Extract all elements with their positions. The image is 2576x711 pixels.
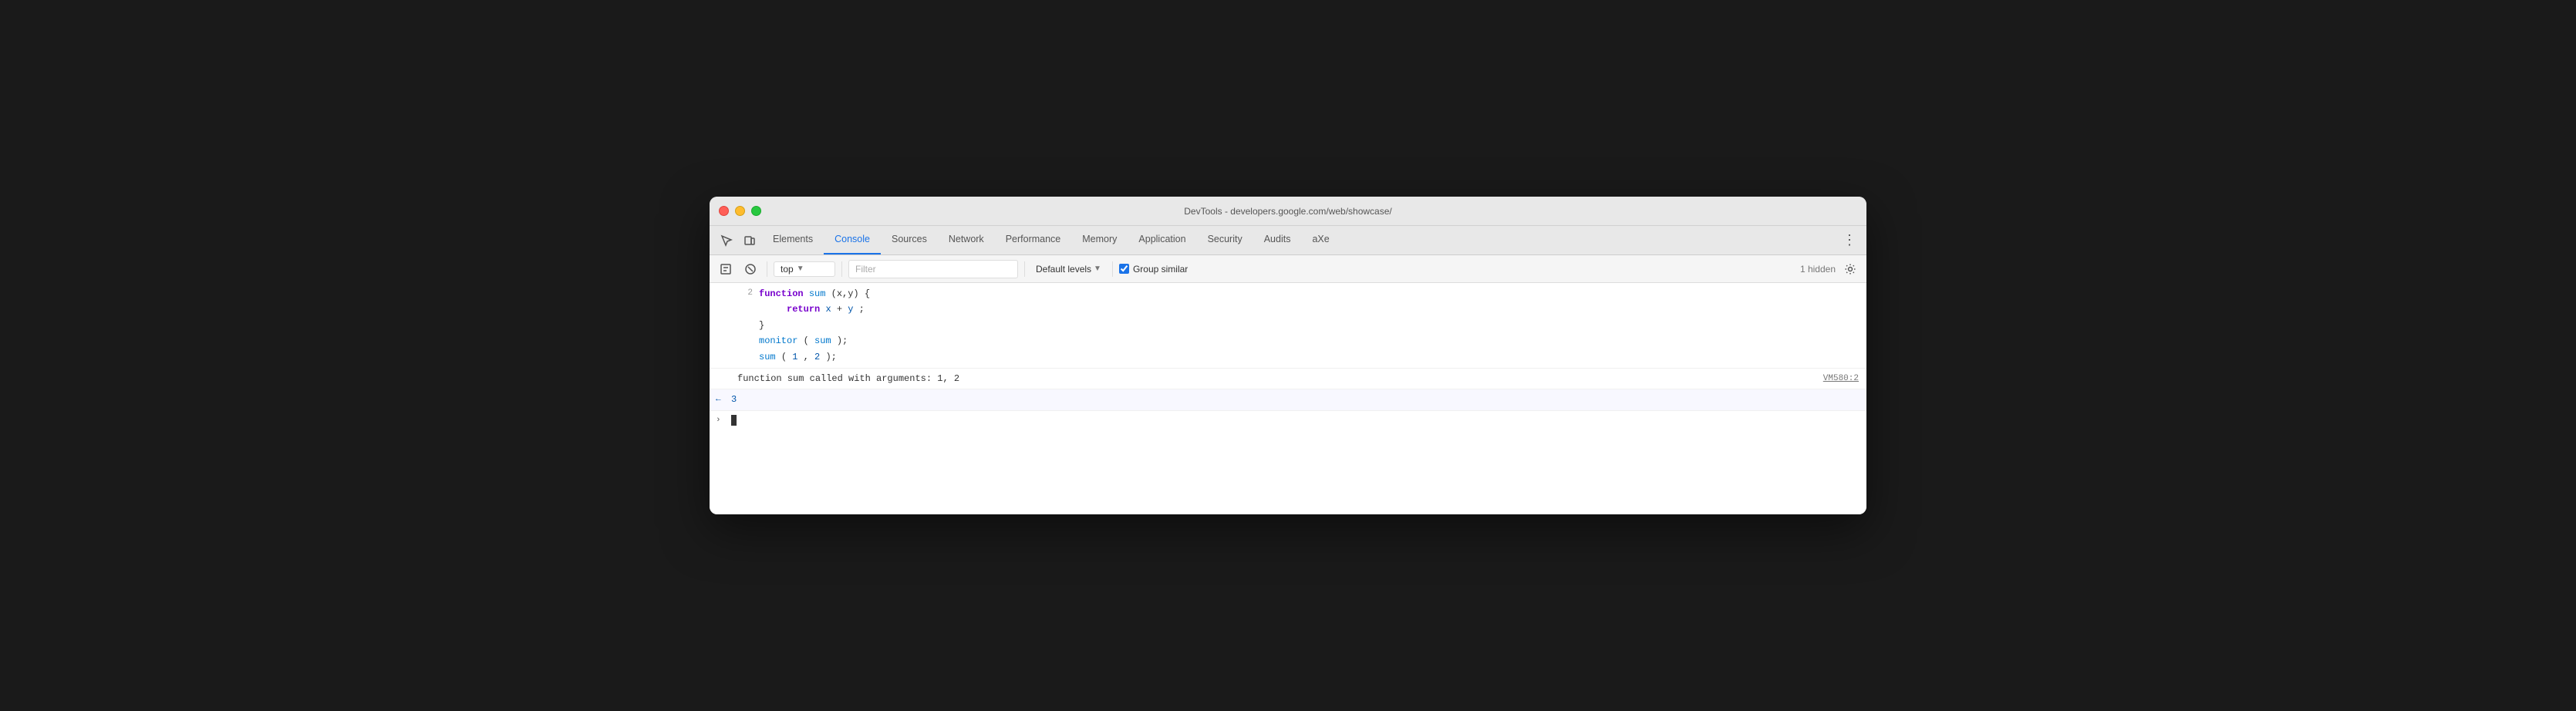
filter-input[interactable] [848,260,1018,278]
console-toolbar: top ▼ Default levels ▼ Group similar 1 h… [710,255,1866,283]
tab-security[interactable]: Security [1197,225,1253,254]
code-content-5: sum ( 1 , 2 ); [759,349,837,365]
default-levels-label: Default levels [1036,264,1091,275]
window-title: DevTools - developers.google.com/web/sho… [1184,206,1391,217]
traffic-lights [719,206,761,216]
code-content-4: monitor ( sum ); [759,333,848,349]
tab-sources[interactable]: Sources [881,225,938,254]
minimize-button[interactable] [735,206,745,216]
code-content-1: function sum (x,y) { [759,286,870,302]
code-line-1: 2 function sum (x,y) { [737,286,1860,302]
code-line-4: monitor ( sum ); [737,333,1860,349]
result-line: ← 3 [710,389,1866,410]
device-toolbar-button[interactable] [739,230,760,251]
result-arrow-icon: ← [716,393,725,407]
default-levels-dropdown[interactable]: Default levels ▼ [1031,262,1106,276]
group-similar-text: Group similar [1133,264,1188,275]
code-content-2: return x + y ; [759,302,865,317]
code-line-2: return x + y ; [737,302,1860,317]
toolbar-divider-3 [1024,261,1025,277]
close-button[interactable] [719,206,729,216]
more-tabs-button[interactable]: ⋮ [1839,230,1860,251]
result-value: 3 [731,392,737,407]
devtools-tab-bar: Elements Console Sources Network Perform… [710,226,1866,255]
clear-console-button[interactable] [740,259,760,279]
output-text: function sum called with arguments: 1, 2 [737,371,959,386]
console-output: 2 function sum (x,y) { return x + y [710,283,1866,514]
output-line-function-called: function sum called with arguments: 1, 2… [710,369,1866,389]
devtools-window: DevTools - developers.google.com/web/sho… [710,197,1866,514]
hidden-count: 1 hidden [1800,264,1836,275]
toolbar-divider-2 [841,261,842,277]
maximize-button[interactable] [751,206,761,216]
title-bar: DevTools - developers.google.com/web/sho… [710,197,1866,226]
context-selector[interactable]: top ▼ [774,261,835,277]
code-input-block: 2 function sum (x,y) { return x + y [710,283,1866,369]
tab-memory[interactable]: Memory [1071,225,1128,254]
code-line-3: } [737,318,1860,333]
console-prompt-line[interactable]: › [710,411,1866,430]
tab-performance[interactable]: Performance [995,225,1072,254]
tab-network[interactable]: Network [938,225,995,254]
tab-elements[interactable]: Elements [762,225,824,254]
tab-audits[interactable]: Audits [1253,225,1302,254]
line-number-2: 2 [737,286,753,301]
code-line-5: sum ( 1 , 2 ); [737,349,1860,365]
vm-link[interactable]: VM580:2 [1823,372,1859,386]
toolbar-divider-4 [1112,261,1113,277]
context-value: top [781,264,794,275]
prompt-arrow-icon: › [716,413,725,428]
group-similar-label[interactable]: Group similar [1119,264,1188,275]
code-content-3: } [759,318,764,333]
tab-axe[interactable]: aXe [1301,225,1340,254]
tab-application[interactable]: Application [1128,225,1196,254]
console-settings-button[interactable] [1840,259,1860,279]
execute-button[interactable] [716,259,736,279]
default-levels-arrow-icon: ▼ [1094,265,1101,273]
tab-console[interactable]: Console [824,225,881,254]
tab-list: Elements Console Sources Network Perform… [762,226,1839,254]
cursor [731,415,737,426]
context-arrow-icon: ▼ [797,265,804,273]
inspect-element-button[interactable] [716,230,737,251]
group-similar-checkbox[interactable] [1119,264,1129,274]
